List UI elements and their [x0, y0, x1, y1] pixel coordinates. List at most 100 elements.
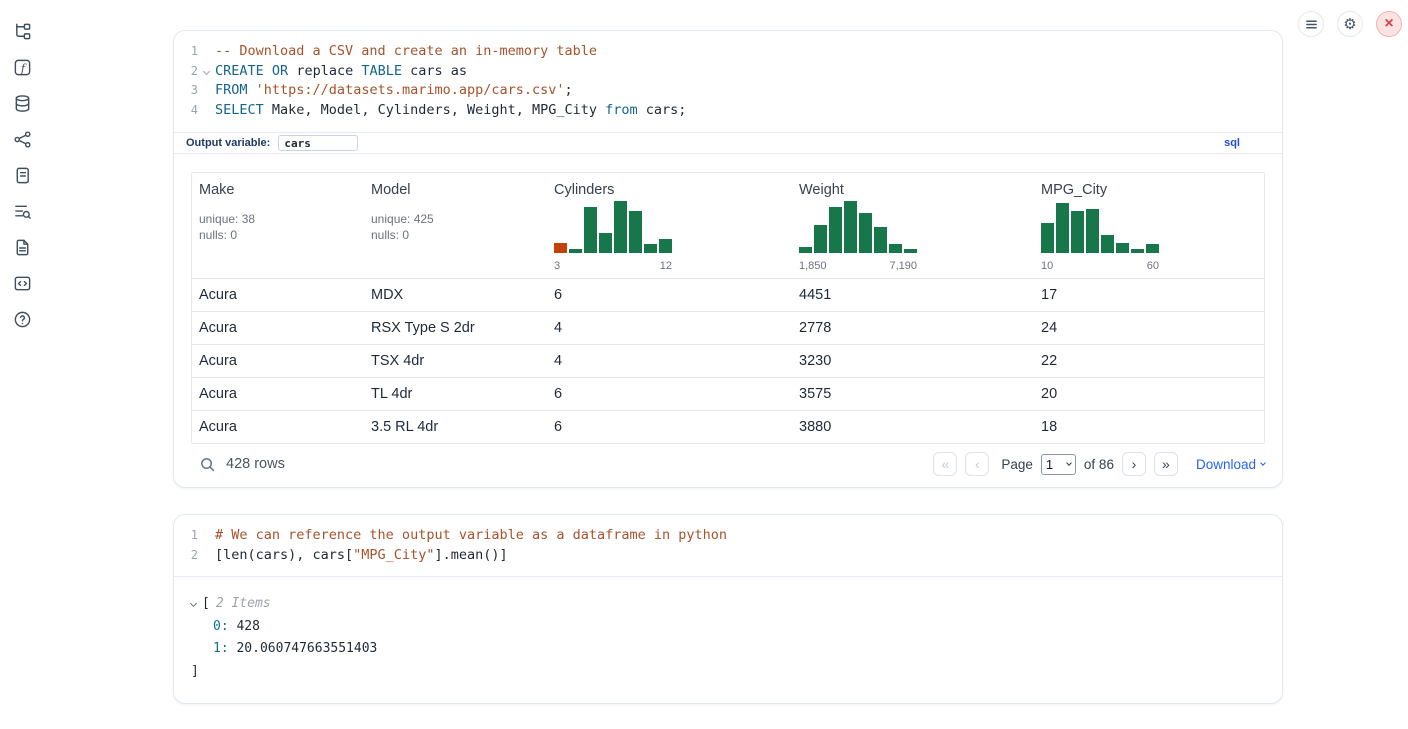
histogram-bar[interactable] [1041, 223, 1054, 253]
next-page-button[interactable]: › [1122, 452, 1146, 476]
table-row[interactable]: AcuraMDX6445117 [192, 278, 1264, 311]
line-number: 4 [174, 101, 198, 121]
menu-button[interactable] [1298, 11, 1324, 37]
code-line[interactable]: 4 SELECT Make, Model, Cylinders, Weight, … [174, 101, 1282, 121]
histogram-bar[interactable] [1131, 249, 1144, 253]
dependency-graph-icon[interactable] [12, 129, 33, 150]
tree-entry: 1: 20.060747663551403 [191, 638, 1265, 661]
code-line[interactable]: 3FROM 'https://datasets.marimo.app/cars.… [174, 81, 1282, 101]
histogram-bar[interactable] [1101, 235, 1114, 253]
line-number: 2 [174, 546, 198, 566]
code-line[interactable]: 2[len(cars), cars["MPG_City"].mean()] [174, 546, 1282, 566]
histogram-bar[interactable] [554, 243, 567, 253]
column-header-weight[interactable]: Weight 1,850 7,190 [792, 173, 1034, 278]
histogram-bar[interactable] [859, 213, 872, 253]
sql-code-editor[interactable]: 1-- Download a CSV and create an in-memo… [174, 31, 1282, 132]
histogram-bar[interactable] [874, 227, 887, 253]
scratchpad-icon[interactable] [12, 165, 33, 186]
code-text: CREATE OR replace TABLE cars as [215, 62, 467, 82]
tree-entry: 0: 428 [191, 616, 1265, 639]
histogram-bar[interactable] [1116, 243, 1129, 253]
sql-cell-output: Make unique: 38 nulls: 0 Model unique: 4… [174, 154, 1282, 487]
histogram-bar[interactable] [889, 244, 902, 253]
histogram-bar[interactable] [614, 201, 627, 253]
tree-open-bracket: [ [202, 593, 210, 616]
histogram-bar[interactable] [904, 249, 917, 253]
fold-marker[interactable] [198, 62, 215, 82]
column-stats: unique: 38 nulls: 0 [199, 211, 360, 244]
top-right-toolbar: ⚙ × [1298, 11, 1402, 37]
page-total-label: of 86 [1084, 457, 1114, 472]
table-cell: TSX 4dr [364, 353, 547, 369]
functions-icon[interactable]: f [12, 57, 33, 78]
table-row[interactable]: AcuraTSX 4dr4323022 [192, 344, 1264, 377]
table-row[interactable]: Acura3.5 RL 4dr6388018 [192, 410, 1264, 443]
variables-icon[interactable] [12, 201, 33, 222]
code-line[interactable]: 1# We can reference the output variable … [174, 526, 1282, 546]
svg-text:f: f [19, 61, 26, 75]
row-count: 428 rows [226, 456, 285, 472]
snippets-icon[interactable] [12, 273, 33, 294]
histogram-bar[interactable] [1086, 209, 1099, 253]
table-cell: MDX [364, 287, 547, 303]
histogram-bar[interactable] [644, 244, 657, 253]
histogram-bar[interactable] [584, 207, 597, 253]
first-page-button[interactable]: « [933, 452, 957, 476]
histogram-bar[interactable] [569, 249, 582, 253]
chevron-down-icon [1066, 460, 1072, 466]
datasources-icon[interactable] [12, 93, 33, 114]
table-row[interactable]: AcuraTL 4dr6357520 [192, 377, 1264, 410]
histogram-bar[interactable] [1071, 211, 1084, 253]
table-cell: 4451 [792, 287, 1034, 303]
code-text: FROM 'https://datasets.marimo.app/cars.c… [215, 81, 573, 101]
histogram-bar[interactable] [844, 201, 857, 253]
page-select[interactable]: 1 [1041, 454, 1076, 475]
table-cell: 6 [547, 386, 792, 402]
histogram-bar[interactable] [829, 207, 842, 253]
column-header-model[interactable]: Model unique: 425 nulls: 0 [364, 173, 547, 278]
search-button[interactable] [196, 453, 218, 475]
code-line[interactable]: 1-- Download a CSV and create an in-memo… [174, 42, 1282, 62]
histogram-bar[interactable] [629, 211, 642, 253]
left-sidebar: f [10, 21, 34, 330]
table-cell: 4 [547, 320, 792, 336]
search-icon [199, 456, 216, 473]
help-icon[interactable] [12, 309, 33, 330]
documentation-icon[interactable] [12, 237, 33, 258]
python-code-editor[interactable]: 1# We can reference the output variable … [174, 515, 1282, 577]
download-button[interactable]: Download [1196, 457, 1265, 472]
table-cell: 4 [547, 353, 792, 369]
column-header-cylinders[interactable]: Cylinders 3 12 [547, 173, 792, 278]
prev-page-icon: ‹ [975, 456, 980, 472]
histogram-bar[interactable] [799, 247, 812, 253]
gear-icon: ⚙ [1343, 15, 1356, 33]
settings-button[interactable]: ⚙ [1337, 11, 1363, 37]
histogram-bar[interactable] [1146, 244, 1159, 253]
table-body: AcuraMDX6445117AcuraRSX Type S 2dr427782… [192, 278, 1264, 443]
column-header-make[interactable]: Make unique: 38 nulls: 0 [192, 173, 364, 278]
fold-marker [198, 81, 215, 101]
tree-items-count: 2 Items [216, 593, 271, 616]
output-variable-input[interactable]: cars [278, 135, 358, 151]
file-tree-icon[interactable] [12, 21, 33, 42]
histogram-bar[interactable] [1056, 203, 1069, 253]
language-badge: sql [1224, 137, 1240, 149]
histogram-bar[interactable] [814, 225, 827, 253]
tree-close-bracket: ] [191, 661, 1265, 684]
histogram-bar[interactable] [659, 239, 672, 253]
tree-collapse-icon[interactable] [190, 600, 197, 607]
tree-root: [ 2 Items [191, 593, 1265, 616]
tree-key: 1: [213, 641, 229, 656]
code-text: SELECT Make, Model, Cylinders, Weight, M… [215, 101, 686, 121]
histogram-bar[interactable] [599, 233, 612, 253]
column-header-mpg-city[interactable]: MPG_City 10 60 [1034, 173, 1264, 278]
table-row[interactable]: AcuraRSX Type S 2dr4277824 [192, 311, 1264, 344]
prev-page-button[interactable]: ‹ [965, 452, 989, 476]
chevron-down-icon [1260, 460, 1266, 466]
table-cell: 22 [1034, 353, 1264, 369]
shutdown-button[interactable]: × [1376, 11, 1402, 37]
table-cell: Acura [192, 419, 364, 435]
table-cell: Acura [192, 353, 364, 369]
last-page-button[interactable]: » [1154, 452, 1178, 476]
code-line[interactable]: 2CREATE OR replace TABLE cars as [174, 62, 1282, 82]
